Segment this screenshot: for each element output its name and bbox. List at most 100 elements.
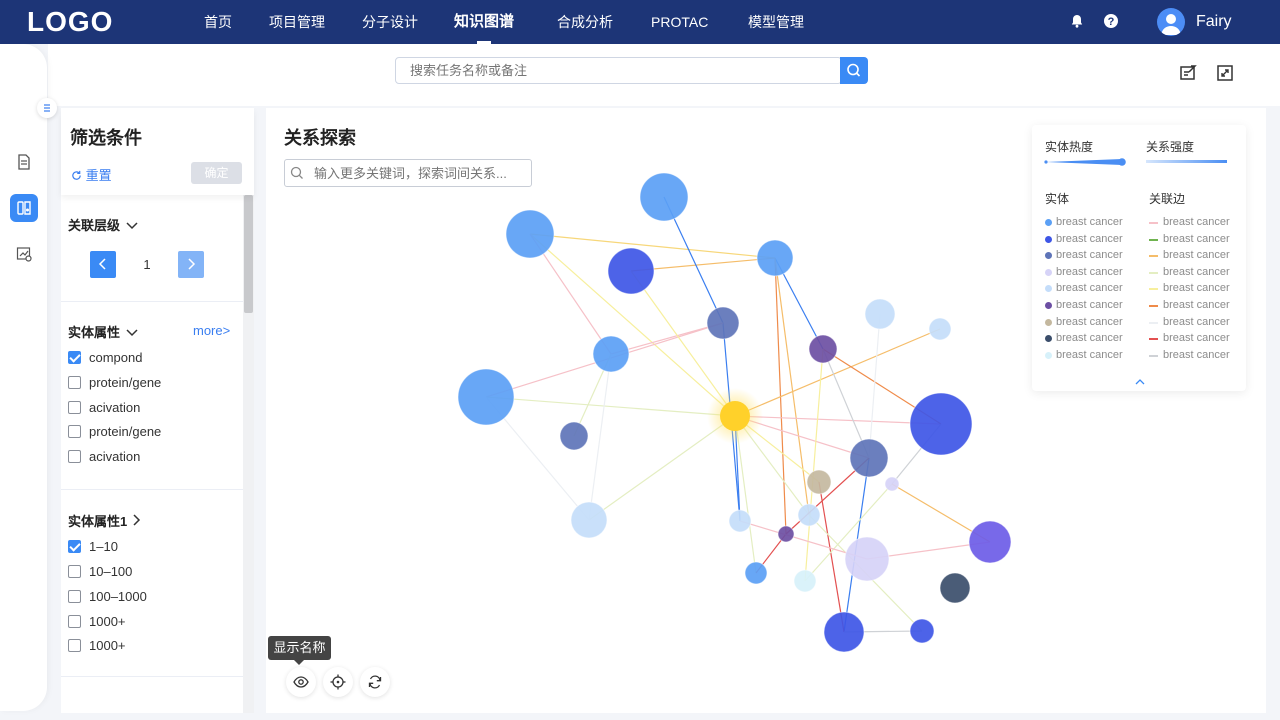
legend-edge-label: breast cancer: [1163, 265, 1230, 278]
graph-node[interactable]: [864, 298, 896, 330]
svg-text:?: ?: [1108, 16, 1115, 28]
legend-edge-line: [1149, 238, 1158, 241]
graph-node[interactable]: [884, 476, 900, 492]
level-section-title[interactable]: 关联层级: [68, 215, 138, 234]
graph-edge: [485, 396, 736, 417]
legend-edge-line: [1149, 338, 1158, 341]
graph-node[interactable]: [639, 172, 689, 222]
graph-node[interactable]: [808, 334, 838, 364]
checkbox-box[interactable]: [68, 590, 81, 603]
chevron-up-icon[interactable]: [1134, 378, 1146, 386]
help-icon[interactable]: ?: [1103, 13, 1121, 31]
locate-icon: [330, 674, 346, 690]
nav-item-models[interactable]: 模型管理: [748, 0, 804, 44]
fullscreen-icon[interactable]: [1216, 64, 1234, 82]
graph-node[interactable]: [849, 438, 889, 478]
graph-node[interactable]: [505, 209, 555, 259]
graph-edge: [529, 233, 776, 259]
checkbox-box[interactable]: [68, 565, 81, 578]
search-icon: [847, 63, 861, 77]
entity-attr1-section-title[interactable]: 实体属性1: [68, 511, 141, 530]
refresh-button[interactable]: [360, 667, 390, 697]
legend-entity-label: breast cancer: [1056, 216, 1123, 228]
scrollbar-thumb[interactable]: [244, 195, 253, 313]
level-increment-button[interactable]: [178, 251, 204, 278]
graph-node[interactable]: [592, 335, 630, 373]
menu-icon: [44, 104, 50, 112]
nav-item-knowledge-graph[interactable]: 知识图谱: [454, 0, 514, 44]
graph-node[interactable]: [793, 569, 817, 593]
graph-node[interactable]: [909, 392, 973, 456]
filter-title: 筛选条件: [70, 128, 142, 148]
graph-node[interactable]: [607, 247, 655, 295]
sidebar-item-documents[interactable]: [10, 148, 38, 176]
graph-node[interactable]: [939, 572, 971, 604]
chart-report-icon: [16, 247, 32, 262]
nav-item-home[interactable]: 首页: [204, 0, 232, 44]
graph-node[interactable]: [823, 611, 865, 653]
entity-attr-section-title[interactable]: 实体属性: [68, 322, 138, 341]
legend-edge-label: breast cancer: [1163, 232, 1230, 245]
graph-node[interactable]: [968, 520, 1012, 564]
nav-item-molecule-design[interactable]: 分子设计: [362, 0, 418, 44]
legend-edge-title: 关联边: [1149, 192, 1186, 206]
nav-item-protac[interactable]: PROTAC: [651, 0, 708, 44]
graph-node[interactable]: [844, 536, 890, 582]
graph-node[interactable]: [797, 503, 821, 527]
search-button[interactable]: [840, 57, 868, 84]
graph-node[interactable]: [756, 239, 794, 277]
more-link[interactable]: more>: [193, 323, 230, 338]
legend-edge-line: [1149, 222, 1158, 224]
graph-node[interactable]: [928, 317, 952, 341]
level-value[interactable]: 1: [116, 251, 178, 278]
reset-button[interactable]: 重置: [71, 165, 112, 184]
graph-node[interactable]: [909, 618, 935, 644]
strength-scale-bar: [1146, 160, 1227, 163]
locate-button[interactable]: [323, 667, 353, 697]
graph-node[interactable]: [559, 421, 589, 451]
edit-note-icon[interactable]: [1179, 64, 1197, 82]
divider: [61, 676, 243, 677]
graph-node[interactable]: [777, 525, 795, 543]
entity-attr1-title: 实体属性1: [68, 514, 128, 529]
graph-title: 关系探索: [284, 128, 356, 148]
legend-strength-title: 关系强度: [1146, 140, 1195, 154]
checkbox-box[interactable]: [68, 351, 81, 364]
checkbox-box[interactable]: [68, 376, 81, 389]
checkbox-box[interactable]: [68, 639, 81, 652]
legend-entity-dot: [1045, 285, 1052, 293]
keyword-search-input[interactable]: [284, 159, 532, 187]
legend-entity-label: breast cancer: [1056, 315, 1123, 328]
graph-node[interactable]: [728, 509, 752, 533]
graph-edge: [804, 348, 824, 582]
checkbox-box[interactable]: [68, 425, 81, 438]
show-names-button[interactable]: [286, 667, 316, 697]
reset-label: 重置: [85, 168, 112, 183]
graph-node[interactable]: [570, 501, 608, 539]
checkbox-box[interactable]: [68, 401, 81, 414]
filter-scrollbar[interactable]: [243, 195, 254, 713]
sidebar-item-reports[interactable]: [10, 240, 38, 268]
legend-edge-line: [1149, 255, 1158, 258]
legend-edge-line: [1149, 305, 1158, 307]
sidebar-item-knowledge-graph[interactable]: [10, 194, 38, 222]
level-decrement-button[interactable]: [90, 251, 116, 278]
legend-edge-line: [1149, 354, 1158, 357]
graph-node[interactable]: [744, 561, 768, 585]
search-input[interactable]: [395, 57, 842, 84]
graph-node[interactable]: [706, 306, 740, 340]
checkbox-box[interactable]: [68, 615, 81, 628]
graph-edge: [734, 328, 941, 417]
sidebar-collapse-button[interactable]: [37, 98, 57, 118]
confirm-button[interactable]: 确定: [191, 162, 242, 184]
graph-node[interactable]: [806, 469, 832, 495]
checkbox-box[interactable]: [68, 540, 81, 553]
bell-icon[interactable]: [1069, 13, 1087, 31]
graph-node[interactable]: [457, 368, 515, 426]
checkbox-box[interactable]: [68, 450, 81, 463]
nav-item-synthesis[interactable]: 合成分析: [557, 0, 613, 44]
nav-item-projects[interactable]: 项目管理: [269, 0, 325, 44]
focus-node[interactable]: [720, 401, 750, 431]
username[interactable]: Fairy: [1196, 13, 1232, 31]
user-avatar-icon[interactable]: [1157, 8, 1185, 36]
